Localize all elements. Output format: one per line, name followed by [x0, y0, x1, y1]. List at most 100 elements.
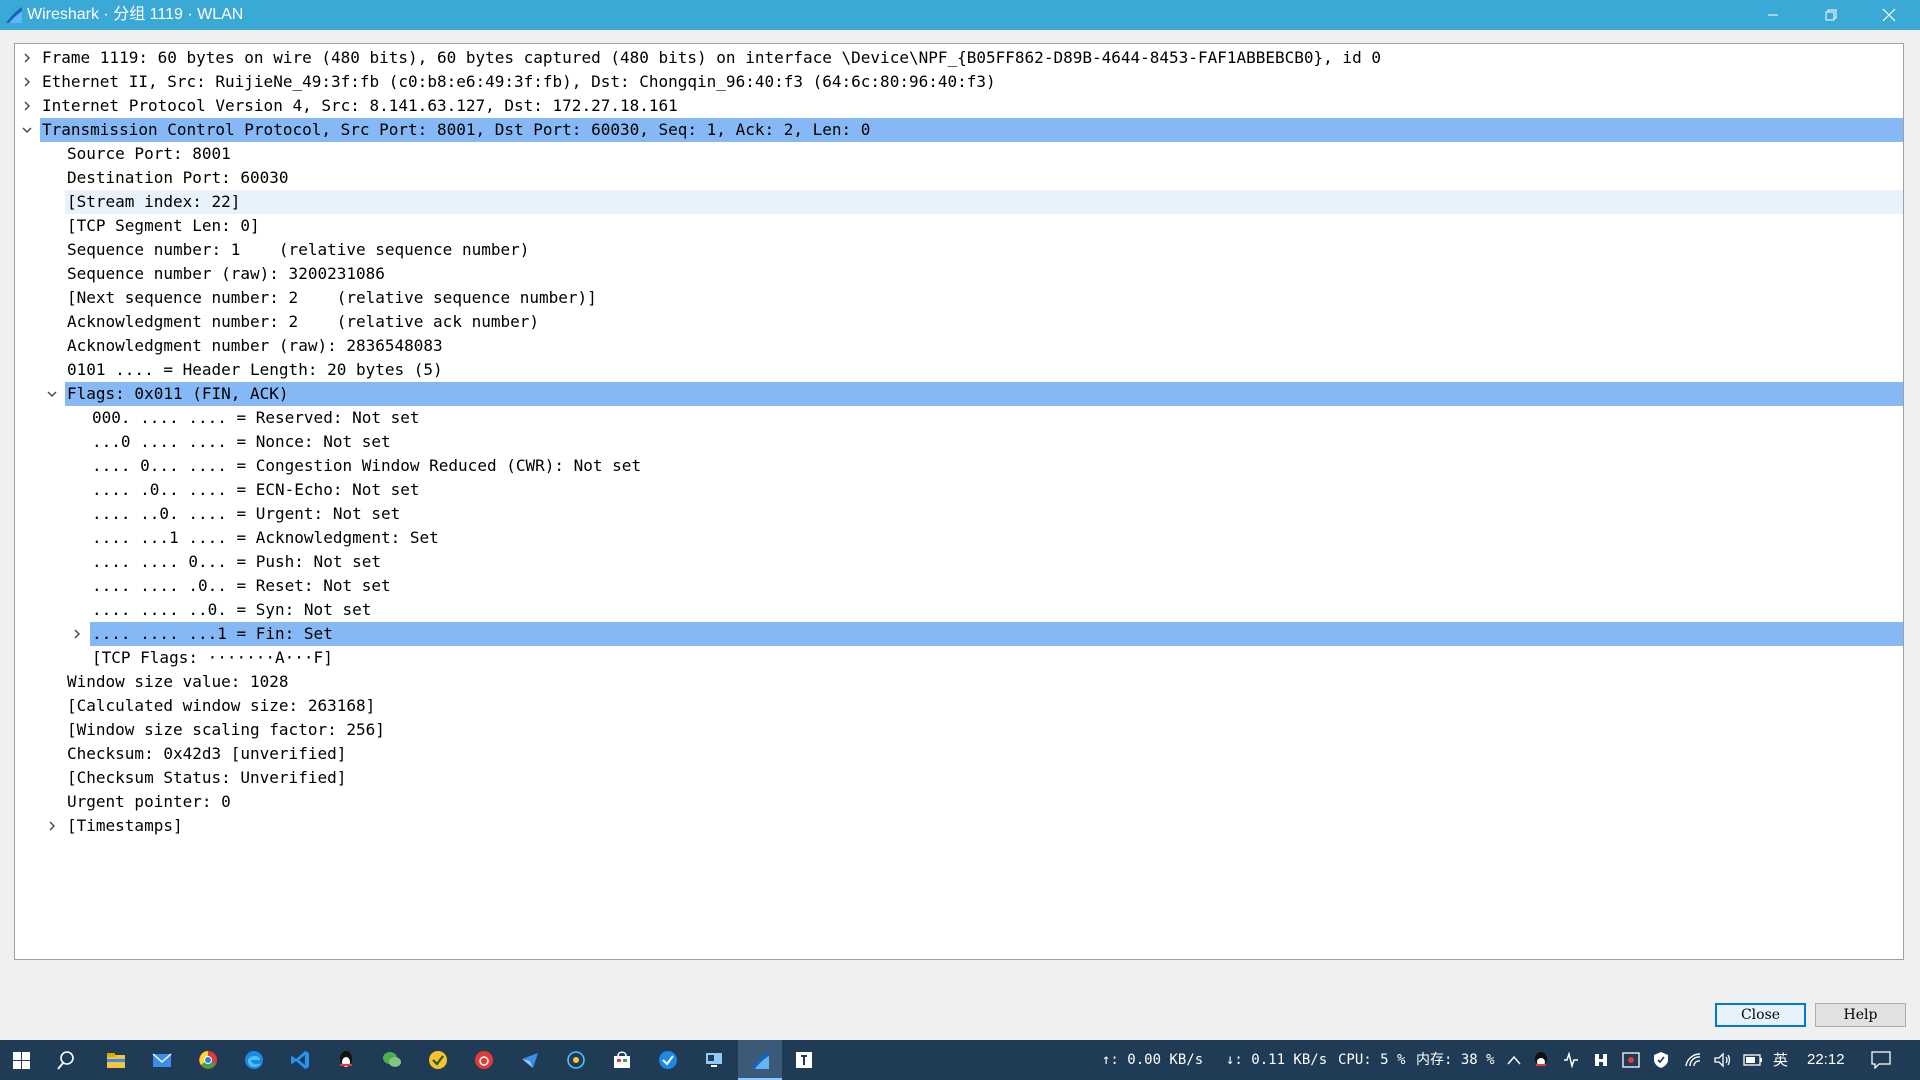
- chevron-right-icon[interactable]: [20, 94, 34, 118]
- tree-row-text: .... 0... .... = Congestion Window Reduc…: [92, 456, 642, 475]
- taskbar-mail-button[interactable]: [140, 1040, 184, 1080]
- tree-row[interactable]: Source Port: 8001: [15, 142, 1903, 166]
- notification-icon: [1871, 1051, 1891, 1069]
- chevron-down-icon[interactable]: [20, 118, 34, 142]
- taskbar-typora-button[interactable]: [782, 1040, 826, 1080]
- restore-icon: [1825, 9, 1837, 21]
- tree-row[interactable]: Sequence number: 1 (relative sequence nu…: [15, 238, 1903, 262]
- clock[interactable]: 22:12: [1807, 1040, 1845, 1080]
- taskbar-network-tool-button[interactable]: [554, 1040, 598, 1080]
- restore-button[interactable]: [1802, 0, 1860, 30]
- tree-row[interactable]: .... ...1 .... = Acknowledgment: Set: [15, 526, 1903, 550]
- tree-row-text: ...0 .... .... = Nonce: Not set: [92, 432, 391, 451]
- tree-row-text: .... .... 0... = Push: Not set: [92, 552, 381, 571]
- chevron-right-icon[interactable]: [20, 70, 34, 94]
- packet-details-tree[interactable]: Frame 1119: 60 bytes on wire (480 bits),…: [14, 43, 1904, 960]
- taskbar-edge-button[interactable]: [232, 1040, 276, 1080]
- tree-row-text: [Timestamps]: [67, 816, 183, 835]
- tree-row[interactable]: Urgent pointer: 0: [15, 790, 1903, 814]
- tree-row-text: Source Port: 8001: [67, 144, 231, 163]
- tree-row[interactable]: Window size value: 1028: [15, 670, 1903, 694]
- tray-app1-button[interactable]: [1558, 1040, 1584, 1080]
- tray-app2-button[interactable]: [1588, 1040, 1614, 1080]
- tree-row-text: Sequence number: 1 (relative sequence nu…: [67, 240, 530, 259]
- tree-row[interactable]: Transmission Control Protocol, Src Port:…: [15, 118, 1903, 142]
- tree-row[interactable]: Internet Protocol Version 4, Src: 8.141.…: [15, 94, 1903, 118]
- volume-icon: [1714, 1052, 1731, 1068]
- tree-row[interactable]: [TCP Segment Len: 0]: [15, 214, 1903, 238]
- tree-row[interactable]: [Stream index: 22]: [15, 190, 1903, 214]
- tree-row[interactable]: Acknowledgment number: 2 (relative ack n…: [15, 310, 1903, 334]
- typora-icon: [796, 1052, 812, 1068]
- help-button[interactable]: Help: [1815, 1003, 1906, 1027]
- tree-row[interactable]: [Next sequence number: 2 (relative seque…: [15, 286, 1903, 310]
- taskbar-remote-desktop-button[interactable]: [692, 1040, 736, 1080]
- tree-row[interactable]: [Checksum Status: Unverified]: [15, 766, 1903, 790]
- minimize-icon: [1768, 14, 1778, 16]
- tree-row-text: [TCP Flags: ·······A···F]: [92, 648, 333, 667]
- chevron-down-icon[interactable]: [45, 382, 59, 406]
- taskbar-vscode-button[interactable]: [278, 1040, 322, 1080]
- tree-row[interactable]: Ethernet II, Src: RuijieNe_49:3f:fb (c0:…: [15, 70, 1903, 94]
- close-button[interactable]: Close: [1715, 1003, 1806, 1027]
- taskbar-start-button[interactable]: [0, 1040, 44, 1080]
- chevron-right-icon[interactable]: [20, 46, 34, 70]
- tree-row[interactable]: .... .... ..0. = Syn: Not set: [15, 598, 1903, 622]
- tray-wifi-button[interactable]: [1680, 1040, 1706, 1080]
- tree-row[interactable]: 000. .... .... = Reserved: Not set: [15, 406, 1903, 430]
- feishu-icon: [522, 1053, 538, 1068]
- tree-row[interactable]: [Calculated window size: 263168]: [15, 694, 1903, 718]
- tree-row[interactable]: Checksum: 0x42d3 [unverified]: [15, 742, 1903, 766]
- norton-icon: [429, 1051, 447, 1069]
- close-window-button[interactable]: [1860, 0, 1918, 30]
- tree-row[interactable]: ...0 .... .... = Nonce: Not set: [15, 430, 1903, 454]
- chevron-right-icon[interactable]: [70, 622, 84, 646]
- ime-indicator[interactable]: 英: [1773, 1040, 1788, 1080]
- tree-row[interactable]: .... .... 0... = Push: Not set: [15, 550, 1903, 574]
- tree-row[interactable]: .... 0... .... = Congestion Window Reduc…: [15, 454, 1903, 478]
- tree-row[interactable]: .... .0.. .... = ECN-Echo: Not set: [15, 478, 1903, 502]
- shield-icon: [1654, 1052, 1668, 1068]
- chrome-icon: [199, 1051, 217, 1069]
- minimize-button[interactable]: [1744, 0, 1802, 30]
- tray-app3-button[interactable]: [1618, 1040, 1644, 1080]
- tree-row[interactable]: 0101 .... = Header Length: 20 bytes (5): [15, 358, 1903, 382]
- taskbar-feishu-button[interactable]: [508, 1040, 552, 1080]
- tree-row[interactable]: Destination Port: 60030: [15, 166, 1903, 190]
- tree-row[interactable]: [Window size scaling factor: 256]: [15, 718, 1903, 742]
- taskbar-todo-button[interactable]: [646, 1040, 690, 1080]
- notification-button[interactable]: [1866, 1040, 1896, 1080]
- tray-volume-button[interactable]: [1710, 1040, 1736, 1080]
- taskbar-qq-button[interactable]: [324, 1040, 368, 1080]
- tree-row[interactable]: .... .... .0.. = Reset: Not set: [15, 574, 1903, 598]
- tree-row[interactable]: Flags: 0x011 (FIN, ACK): [15, 382, 1903, 406]
- taskbar-chrome-button[interactable]: [186, 1040, 230, 1080]
- tray-security-button[interactable]: [1648, 1040, 1674, 1080]
- taskbar-norton-button[interactable]: [416, 1040, 460, 1080]
- tree-row[interactable]: .... .... ...1 = Fin: Set: [15, 622, 1903, 646]
- tree-row-text: 0101 .... = Header Length: 20 bytes (5): [67, 360, 443, 379]
- vscode-icon: [291, 1051, 309, 1069]
- wireshark-icon: [751, 1051, 769, 1069]
- tree-row[interactable]: .... ..0. .... = Urgent: Not set: [15, 502, 1903, 526]
- tree-row[interactable]: Sequence number (raw): 3200231086: [15, 262, 1903, 286]
- tree-row[interactable]: [Timestamps]: [15, 814, 1903, 838]
- tree-row-text: 000. .... .... = Reserved: Not set: [92, 408, 420, 427]
- tray-battery-button[interactable]: [1740, 1040, 1766, 1080]
- tree-row[interactable]: [TCP Flags: ·······A···F]: [15, 646, 1903, 670]
- taskbar-search-button[interactable]: [44, 1040, 88, 1080]
- row-highlight: [65, 190, 1903, 214]
- taskbar-netease-music-button[interactable]: [462, 1040, 506, 1080]
- chevron-right-icon[interactable]: [45, 814, 59, 838]
- tray-qq-button[interactable]: [1528, 1040, 1554, 1080]
- tree-row[interactable]: Frame 1119: 60 bytes on wire (480 bits),…: [15, 46, 1903, 70]
- taskbar-wireshark-button[interactable]: [738, 1040, 782, 1080]
- battery-icon: [1743, 1054, 1762, 1066]
- window-title: Wireshark · 分组 1119 · WLAN: [27, 6, 244, 23]
- taskbar-store-button[interactable]: [600, 1040, 644, 1080]
- taskbar-wechat-button[interactable]: [370, 1040, 414, 1080]
- tray-expand-button[interactable]: [1501, 1040, 1527, 1080]
- taskbar-file-explorer-button[interactable]: [94, 1040, 138, 1080]
- tree-row[interactable]: Acknowledgment number (raw): 2836548083: [15, 334, 1903, 358]
- tree-row-text: Transmission Control Protocol, Src Port:…: [42, 120, 871, 139]
